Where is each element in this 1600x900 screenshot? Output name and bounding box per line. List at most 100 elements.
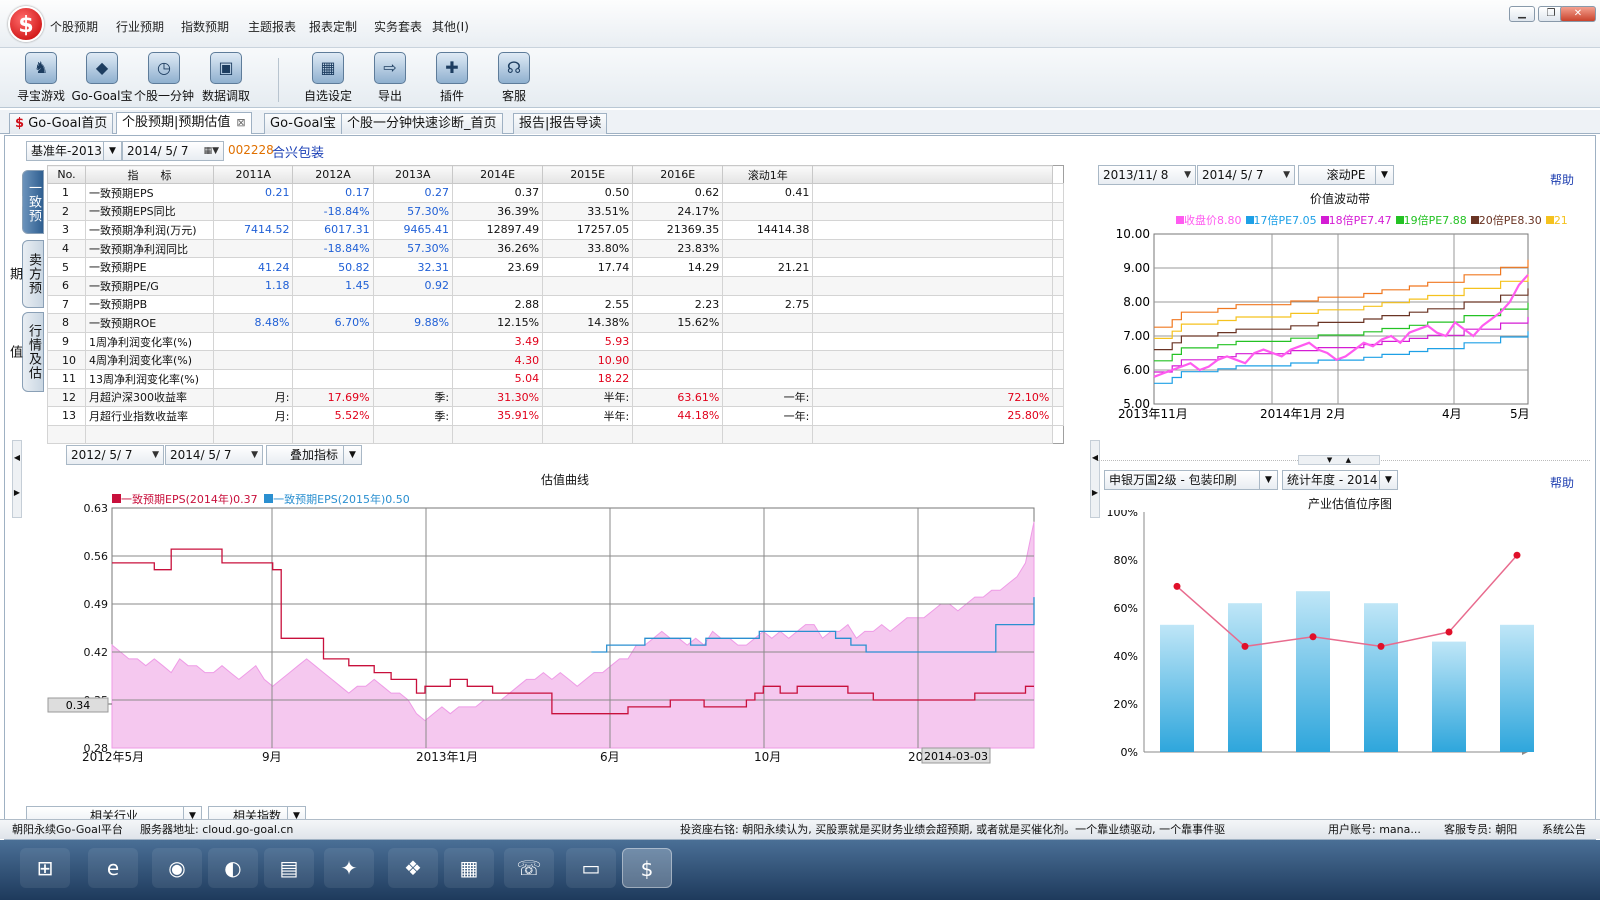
column-header[interactable]: 2014E	[452, 165, 544, 184]
column-header[interactable]: 2011A	[212, 165, 294, 184]
windows-icon[interactable]: ❖	[388, 848, 438, 888]
menu-stock-forecast[interactable]: 个股预期	[50, 18, 98, 35]
date-picker[interactable]: 2014/ 5/ 7 ▦▼	[122, 141, 224, 161]
monitor-icon[interactable]: ▭	[566, 848, 616, 888]
table-row[interactable]: 11 13周净利润变化率(%) 5.04 18.22	[47, 368, 1064, 389]
tab-report-guide[interactable]: 报告|报告导读	[513, 113, 608, 134]
period-select[interactable]: 统计年度 - 2014 ▼	[1282, 470, 1398, 490]
star-icon[interactable]: ✦	[324, 848, 374, 888]
table-cell: 25.80%	[812, 406, 1054, 426]
table-cell: 月:	[212, 406, 294, 426]
treasure-game-button[interactable]: ♞ 寻宝游戏	[9, 50, 73, 106]
menu-industry-forecast[interactable]: 行业预期	[116, 18, 164, 35]
indicator-name: 月超行业指数收益率	[85, 406, 214, 426]
table-cell: 33.51%	[542, 201, 634, 222]
table-cell-empty	[372, 424, 454, 445]
industry-help-link[interactable]: 帮助	[1550, 474, 1574, 491]
tab-gogoal-home[interactable]: $ Go-Goal首页	[9, 113, 114, 134]
side-tab-seller[interactable]: 卖方预期	[7, 240, 44, 308]
column-header[interactable]: 2012A	[292, 165, 374, 184]
value-band-chart[interactable]: 10.009.008.007.006.005.002013年11月 2014年1月…	[1098, 222, 1568, 432]
table-cell	[212, 294, 294, 315]
table-cell	[292, 331, 374, 352]
row-number: 4	[47, 238, 86, 259]
valuation-curve-chart[interactable]: 0.630.560.490.420.350.282012年5月9月2013年1月…	[44, 500, 1044, 772]
indicator-name: 一致预期EPS	[85, 183, 214, 203]
start-icon[interactable]: ⊞	[20, 848, 70, 888]
stock-one-minute-button[interactable]: ◷ 个股一分钟	[132, 50, 196, 106]
table-row[interactable]: 5 一致预期PE 41.24 50.82 32.31 23.69 17.74 14.29 21.…	[47, 257, 1064, 277]
status-notice[interactable]: 系统公告	[1542, 820, 1586, 839]
column-header[interactable]: 2013A	[372, 165, 454, 184]
table-cell: 18.22	[542, 368, 634, 389]
table-row[interactable]: 2 一致预期EPS同比 -18.84% 57.30% 36.39% 33.51% 24.17…	[47, 201, 1064, 222]
vertical-splitter-handle[interactable]: ▼ ▲	[1298, 455, 1380, 465]
table-cell-empty	[722, 424, 814, 445]
minimize-button[interactable]: ▁	[1509, 6, 1535, 22]
side-tab-market-valuation[interactable]: 行情及估值	[7, 312, 44, 392]
notes-icon[interactable]: ▦	[444, 848, 494, 888]
table-row[interactable]: 1 一致预期EPS 0.21 0.17 0.27 0.37 0.50 0.62 0.41	[47, 183, 1064, 203]
tab-stock-forecast-valuation[interactable]: 个股预期|预期估值 ⊠	[116, 112, 252, 134]
industry-select[interactable]: 申银万国2级 - 包装印刷 ▼	[1104, 470, 1278, 490]
chevron-down-icon: ▼	[1379, 471, 1397, 489]
ie-icon[interactable]: e	[88, 848, 138, 888]
table-cell: 9.88%	[372, 313, 454, 333]
column-header[interactable]: 指 标	[85, 165, 214, 184]
chat-icon[interactable]: ☏	[504, 848, 554, 888]
gogoal-icon[interactable]: $	[622, 848, 672, 888]
side-tab-consensus[interactable]: 一致预期	[7, 170, 44, 234]
right-splitter-handle[interactable]: ◀ ▶	[1090, 440, 1100, 518]
band-to-date[interactable]: 2014/ 5/ 7 ▼	[1197, 165, 1295, 185]
tab-one-minute-diagnosis[interactable]: 个股一分钟快速诊断_首页	[341, 113, 503, 134]
plugin-button[interactable]: ✚ 插件	[420, 50, 484, 106]
close-button[interactable]: ✕	[1560, 6, 1596, 22]
band-help-link[interactable]: 帮助	[1550, 171, 1574, 188]
table-row[interactable]: 8 一致预期ROE 8.48% 6.70% 9.88% 12.15% 14.38% 15.62…	[47, 313, 1064, 333]
overlay-indicator-select[interactable]: 叠加指标 ▼	[266, 445, 362, 465]
band-from-date[interactable]: 2013/11/ 8 ▼	[1098, 165, 1196, 185]
tab-gogoal-bao[interactable]: Go-Goal宝	[264, 113, 343, 134]
data-fetch-button[interactable]: ▣ 数据调取	[194, 50, 258, 106]
table-row[interactable]: 10 4周净利润变化率(%) 4.30 10.90	[47, 350, 1064, 370]
left-collapse-handle[interactable]: ◀ ▶	[12, 440, 22, 518]
menu-theme-report[interactable]: 主题报表	[248, 18, 296, 35]
column-header[interactable]: No.	[47, 165, 86, 184]
table-row[interactable]: 13 月超行业指数收益率 月: 5.52% 季: 35.91% 半年: 44.18% 一年: 25…	[47, 406, 1064, 426]
table-row[interactable]: 6 一致预期PE/G 1.18 1.45 0.92	[47, 275, 1064, 296]
app-logo[interactable]: $	[8, 6, 44, 42]
indicator-name: 1周净利润变化率(%)	[85, 331, 214, 352]
tab-close-icon[interactable]: ⊠	[236, 116, 245, 129]
table-row[interactable]: 3 一致预期净利润(万元) 7414.52 6017.31 9465.41 12897.4…	[47, 220, 1064, 240]
base-year-select[interactable]: 基准年-2013 ▼	[26, 141, 122, 161]
customer-service-button[interactable]: ☊ 客服	[482, 50, 546, 106]
column-header[interactable]: 滚动1年	[722, 165, 814, 184]
table-row[interactable]: 4 一致预期净利润同比 -18.84% 57.30% 36.26% 33.80% 23.83…	[47, 238, 1064, 259]
menu-index-forecast[interactable]: 指数预期	[181, 18, 229, 35]
export-button[interactable]: ⇨ 导出	[358, 50, 422, 106]
puzzle-icon: ✚	[436, 52, 468, 84]
column-header[interactable]: 2016E	[632, 165, 724, 184]
menu-practice-sheets[interactable]: 实务套表	[374, 18, 422, 35]
industry-rank-chart[interactable]: 100% 80% 60% 40% 20% 0%	[1098, 510, 1568, 780]
column-header[interactable]: 2015E	[542, 165, 634, 184]
gogoal-bao-button[interactable]: ◆ Go-Goal宝	[70, 50, 134, 106]
firefox-icon[interactable]: ◐	[208, 848, 258, 888]
band-mode-select[interactable]: 滚动PE ▼	[1298, 165, 1394, 185]
menu-other[interactable]: 其他(I)	[432, 18, 469, 35]
column-header[interactable]	[812, 165, 1054, 184]
calendar-icon[interactable]: ▦▼	[204, 142, 219, 160]
valuation-from-date[interactable]: 2012/ 5/ 7 ▼	[66, 445, 164, 465]
table-row[interactable]: 7 一致预期PB 2.88 2.55 2.23 2.75	[47, 294, 1064, 315]
row-number: 7	[47, 294, 86, 315]
table-cell: 10.90	[542, 350, 634, 370]
chrome-icon[interactable]: ◉	[152, 848, 202, 888]
table-row[interactable]: 9 1周净利润变化率(%) 3.49 5.93	[47, 331, 1064, 352]
y-tick-label: 40%	[1114, 650, 1138, 663]
menu-custom-report[interactable]: 报表定制	[309, 18, 357, 35]
watchlist-settings-button[interactable]: ▦ 自选设定	[296, 50, 360, 106]
valuation-to-date[interactable]: 2014/ 5/ 7 ▼	[165, 445, 263, 465]
table-row[interactable]: 12 月超沪深300收益率 月: 17.69% 季: 31.30% 半年: 63.61% 一年:…	[47, 387, 1064, 408]
table-cell-empty	[1052, 313, 1064, 333]
folder-icon[interactable]: ▤	[264, 848, 314, 888]
